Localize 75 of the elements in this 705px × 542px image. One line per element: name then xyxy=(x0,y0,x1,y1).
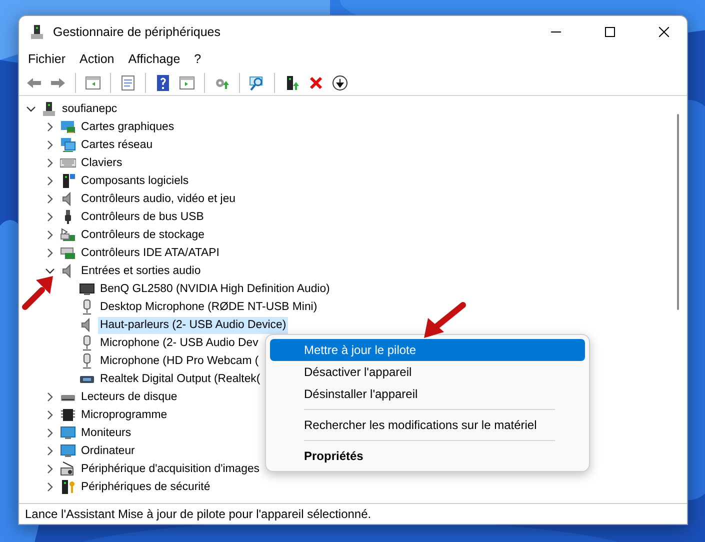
tree-item[interactable]: Ordinateur xyxy=(79,442,137,460)
close-icon xyxy=(659,27,669,37)
menu-item[interactable]: Désactiver l'appareil xyxy=(270,361,585,383)
panel-icon xyxy=(179,74,195,90)
collapse-chevron-icon[interactable] xyxy=(26,104,36,114)
tree-item[interactable]: BenQ GL2580 (NVIDIA High Definition Audio) xyxy=(98,280,332,298)
tree-item[interactable]: Contrôleurs de stockage xyxy=(79,226,206,244)
tree-item[interactable]: Contrôleurs IDE ATA/ATAPI xyxy=(79,244,222,262)
menu-item[interactable]: Affichage xyxy=(121,50,188,68)
annotation-arrow xyxy=(22,276,53,310)
tree-item[interactable]: Microphone (2- USB Audio Dev xyxy=(98,334,260,352)
expand-chevron-icon[interactable] xyxy=(45,194,55,204)
tree-item[interactable]: soufianepc xyxy=(60,100,120,118)
tree-item[interactable]: Moniteurs xyxy=(79,424,134,442)
expand-chevron-icon[interactable] xyxy=(45,158,55,168)
app-icon xyxy=(29,24,45,40)
monitor-icon xyxy=(79,281,95,297)
security-icon xyxy=(60,479,76,495)
properties-icon xyxy=(120,74,136,90)
tree-item[interactable]: Cartes graphiques xyxy=(79,118,176,136)
expand-chevron-icon[interactable] xyxy=(45,464,55,474)
scan-icon xyxy=(249,74,265,90)
tree-item[interactable]: Composants logiciels xyxy=(79,172,191,190)
monitor-icon xyxy=(60,425,76,441)
scrollbar[interactable] xyxy=(677,114,679,310)
panel-icon xyxy=(85,74,101,90)
menu-item[interactable]: Rechercher les modifications sur le matériel xyxy=(270,414,585,436)
tree-item[interactable]: Contrôleurs de bus USB xyxy=(79,208,206,226)
menu-item[interactable]: Désinstaller l'appareil xyxy=(270,383,585,405)
expand-chevron-icon[interactable] xyxy=(45,410,55,420)
expand-chevron-icon[interactable] xyxy=(45,212,55,222)
network-icon xyxy=(60,137,76,153)
window-title: Gestionnaire de périphériques xyxy=(53,24,222,41)
expand-chevron-icon[interactable] xyxy=(45,482,55,492)
menu-item[interactable]: Mettre à jour le pilote xyxy=(270,339,585,361)
expand-chevron-icon[interactable] xyxy=(45,176,55,186)
tree-item[interactable]: Haut-parleurs (2- USB Audio Device) xyxy=(98,316,288,334)
camera-icon xyxy=(60,461,76,477)
close-icon xyxy=(308,74,324,90)
tree-item[interactable]: Microprogramme xyxy=(79,406,170,424)
device-icon xyxy=(284,74,300,90)
menu-item[interactable]: Fichier xyxy=(21,50,73,68)
tree-item[interactable]: Périphériques de sécurité xyxy=(79,478,212,496)
expand-chevron-icon[interactable] xyxy=(45,230,55,240)
tree-item[interactable]: Microphone (HD Pro Webcam ( xyxy=(98,352,261,370)
status-text: Lance l'Assistant Mise à jour de pilote pour l'appareil sélectionné. xyxy=(25,506,372,523)
expand-chevron-icon[interactable] xyxy=(45,392,55,402)
expand-chevron-icon[interactable] xyxy=(45,428,55,438)
menu-item[interactable]: ? xyxy=(187,50,208,68)
computer-icon xyxy=(41,101,57,117)
menu-item[interactable]: Propriétés xyxy=(270,445,585,467)
software-icon xyxy=(60,173,76,189)
tree-item[interactable]: Contrôleurs audio, vidéo et jeu xyxy=(79,190,238,208)
expand-chevron-icon[interactable] xyxy=(45,122,55,132)
download-icon xyxy=(332,74,348,90)
tree-item[interactable]: Entrées et sorties audio xyxy=(79,262,203,280)
tree-item[interactable]: Desktop Microphone (RØDE NT-USB Mini) xyxy=(98,298,320,316)
help-icon xyxy=(155,74,171,90)
tree-item[interactable]: Realtek Digital Output (Realtek( xyxy=(98,370,262,388)
monitor-icon xyxy=(60,443,76,459)
ide-icon xyxy=(60,245,76,261)
tree-item[interactable]: Lecteurs de disque xyxy=(79,388,180,406)
expand-chevron-icon[interactable] xyxy=(45,446,55,456)
expand-chevron-icon[interactable] xyxy=(45,248,55,258)
collapse-chevron-icon[interactable] xyxy=(45,266,55,276)
storage-icon xyxy=(60,227,76,243)
display-card-icon xyxy=(60,119,76,135)
chip-icon xyxy=(60,407,76,423)
menu-item[interactable]: Action xyxy=(72,50,122,68)
tree-item[interactable]: Cartes réseau xyxy=(79,136,155,154)
maximize-icon xyxy=(605,27,615,37)
tree-item[interactable]: Périphérique d'acquisition d'images xyxy=(79,460,262,478)
annotation-arrow xyxy=(424,302,466,338)
tree-item[interactable]: Claviers xyxy=(79,154,124,172)
expand-chevron-icon[interactable] xyxy=(45,140,55,150)
